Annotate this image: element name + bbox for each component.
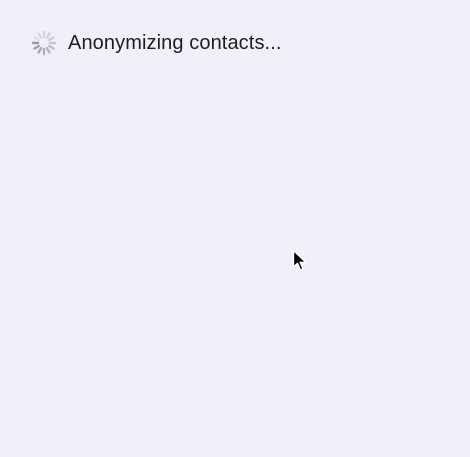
arrow-pointer-icon [292, 249, 307, 271]
app-window: Anonymizing contacts... [0, 0, 470, 457]
progress-status: Anonymizing contacts... [31, 28, 282, 58]
spinner-icon [31, 30, 57, 56]
status-text: Anonymizing contacts... [68, 31, 282, 54]
